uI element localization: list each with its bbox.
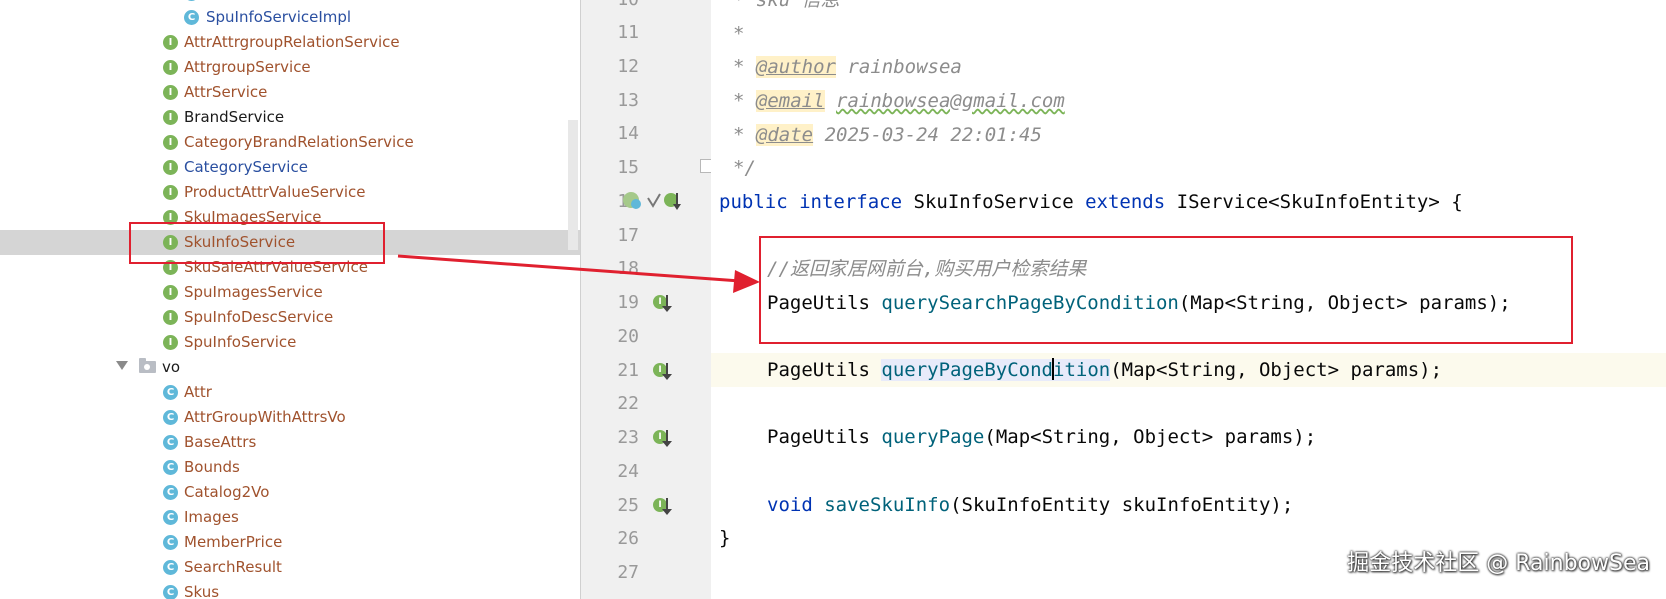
red-arrow-icon	[397, 254, 760, 293]
watermark: 掘金技术社区 @ RainbowSea	[1347, 551, 1650, 576]
